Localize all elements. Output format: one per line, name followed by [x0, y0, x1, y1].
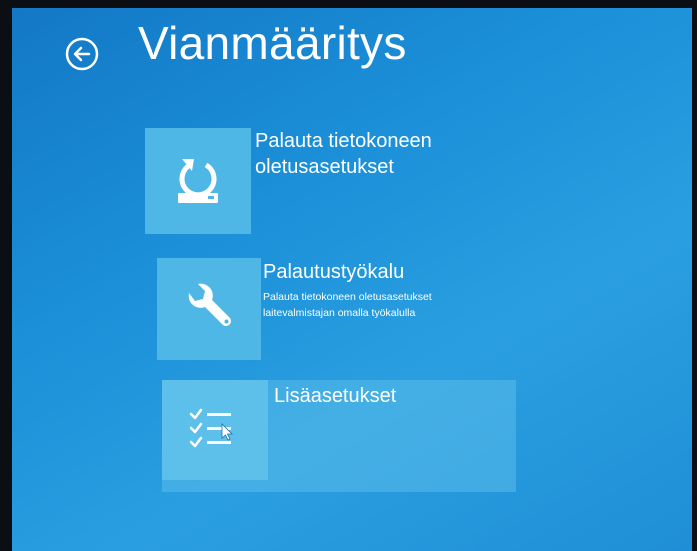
advanced-options-option[interactable]: Lisäasetukset [162, 380, 516, 492]
checklist-icon [189, 408, 233, 448]
advanced-options-title: Lisäasetukset [274, 385, 397, 407]
back-button[interactable] [64, 36, 100, 72]
reset-pc-icon-tile [145, 128, 251, 234]
recovery-tool-option[interactable]: Palautustyökalu Palauta tietokoneen olet… [157, 258, 497, 360]
page-title: Vianmääritys [138, 17, 407, 69]
wrench-icon [188, 283, 231, 326]
recovery-tool-title: Palautustyökalu [263, 261, 405, 283]
advanced-options-icon-tile [162, 380, 268, 480]
troubleshoot-screen: Vianmääritys Palauta tietokoneen oletusa… [12, 8, 692, 551]
recovery-tool-description: Palauta tietokoneen oletusasetukset lait… [263, 291, 432, 319]
reset-pc-option[interactable]: Palauta tietokoneen oletusasetukset [145, 128, 465, 234]
reset-pc-title: Palauta tietokoneen oletusasetukset [255, 130, 432, 178]
refresh-drive-icon [178, 159, 218, 203]
recovery-tool-icon-tile [157, 258, 261, 360]
back-arrow-circle-icon [65, 37, 99, 71]
